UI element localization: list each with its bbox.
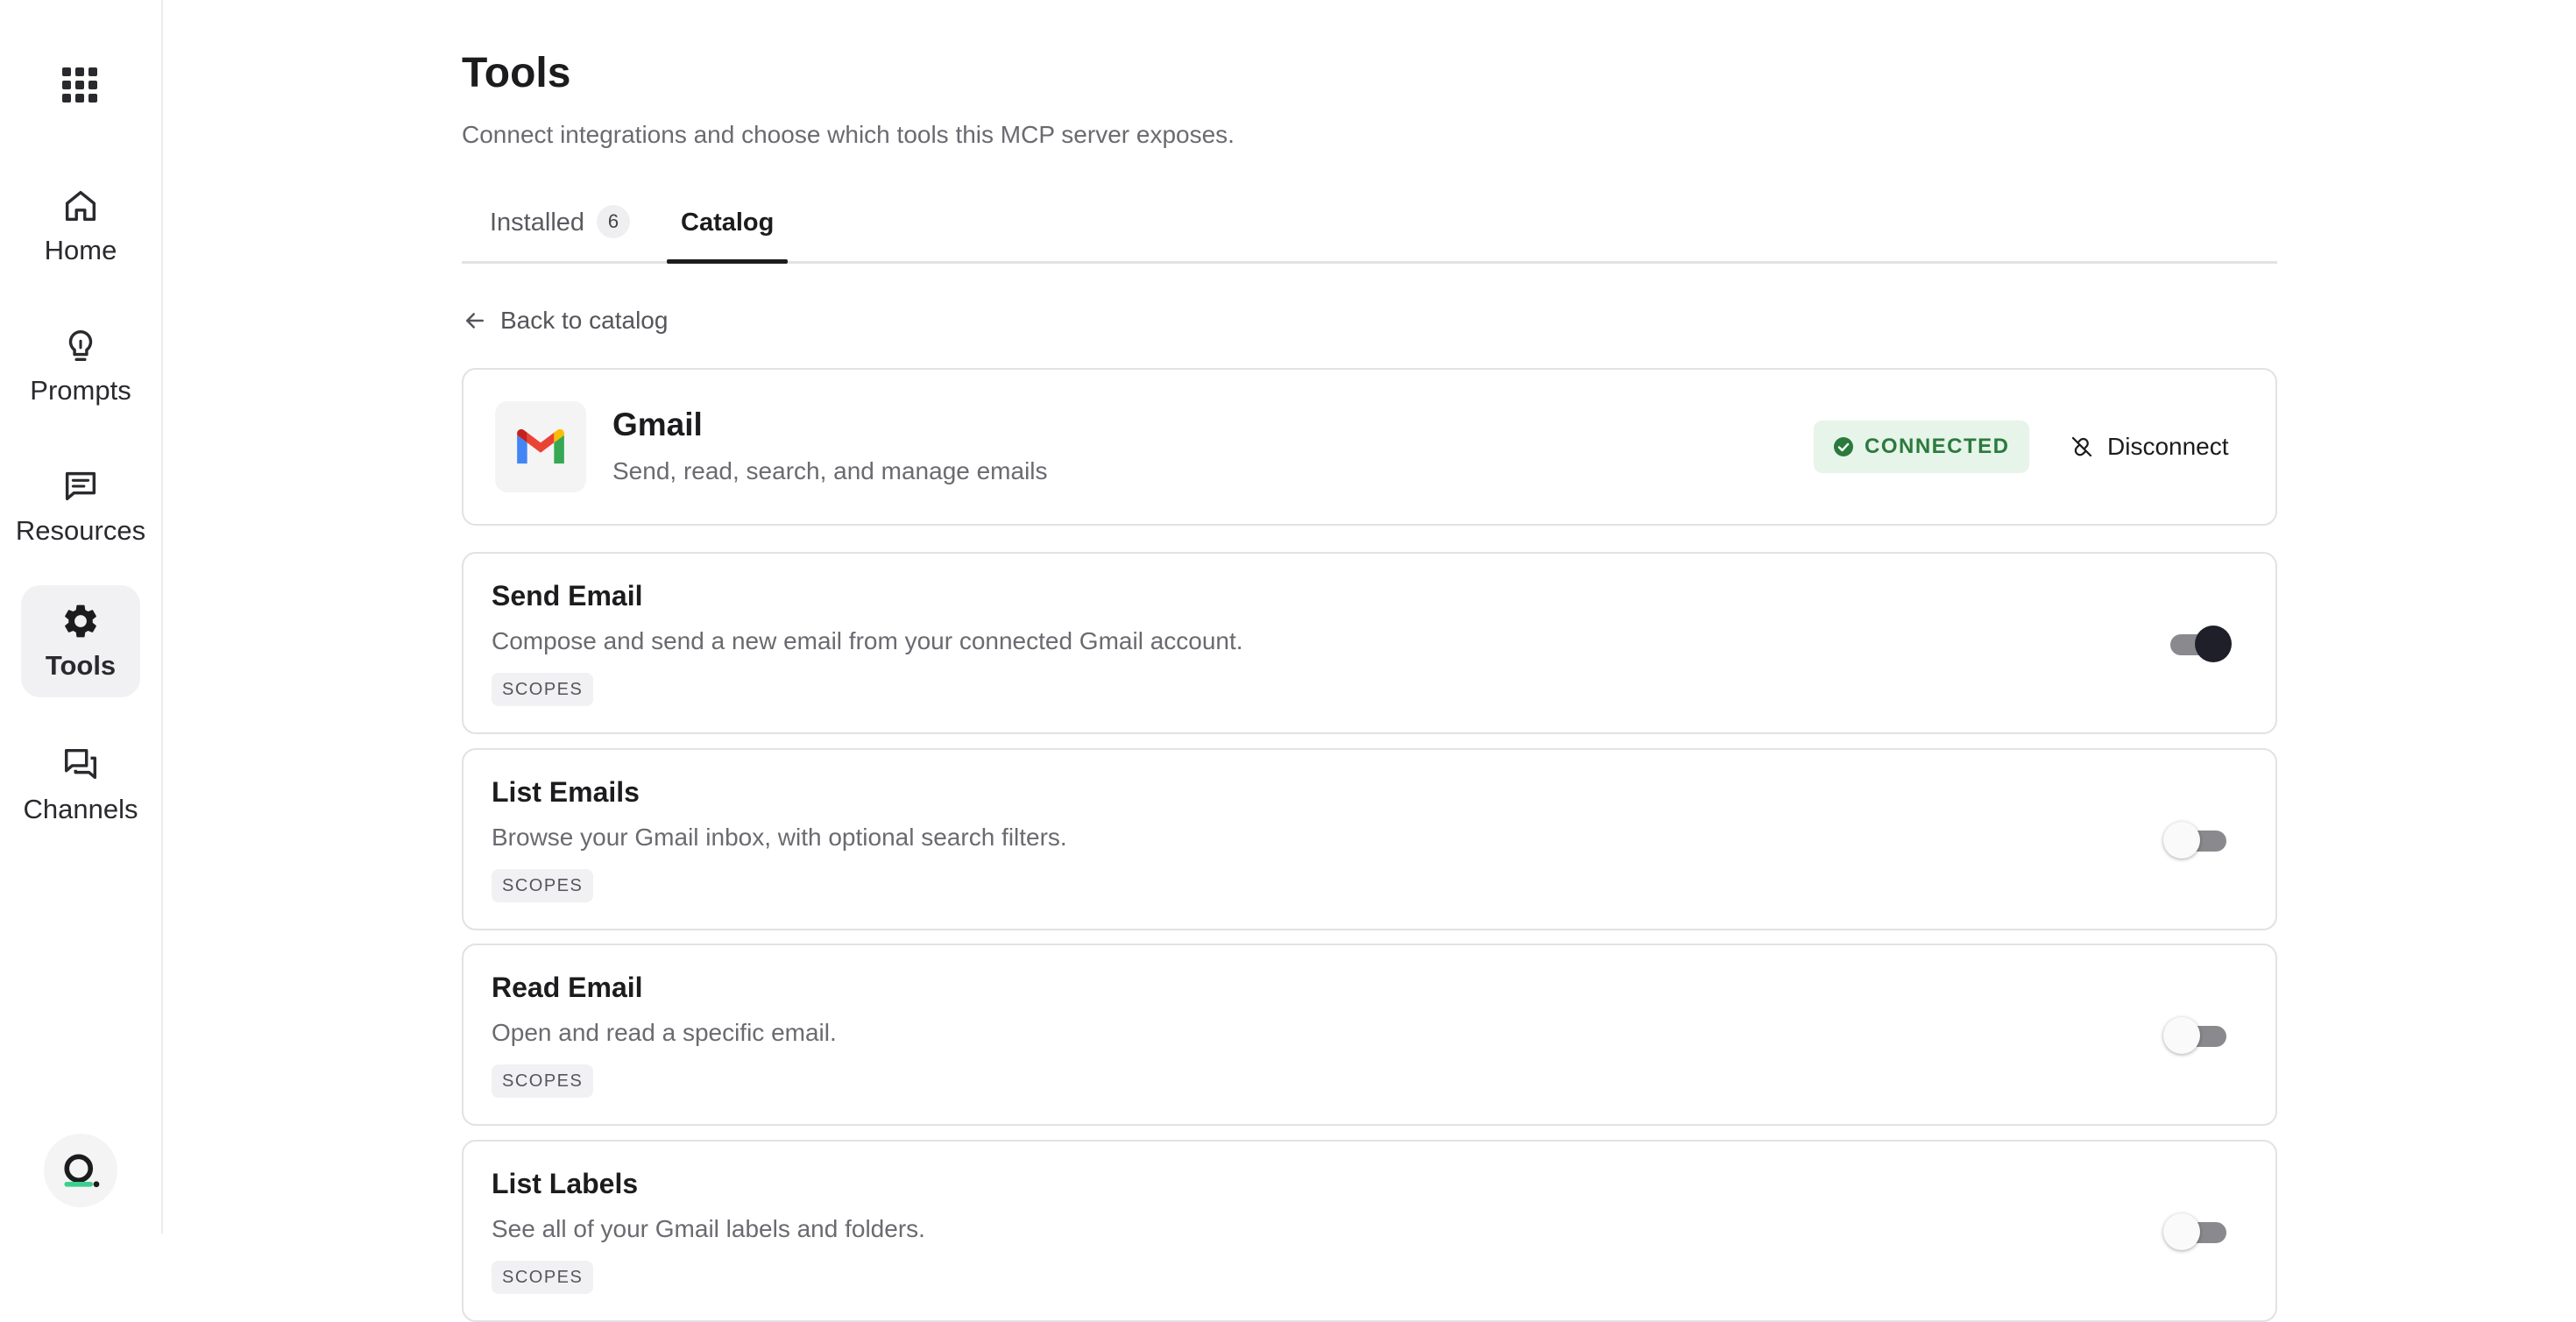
page-title: Tools [462,50,571,96]
gmail-logo [495,401,586,492]
sidebar-item-label: Resources [15,515,146,546]
tool-toggle[interactable] [2163,820,2232,860]
gear-icon [65,604,96,638]
tool-description: Compose and send a new email from your c… [492,627,1243,654]
sidebar-item-home[interactable]: Home [21,170,140,282]
chat-bubbles-icon [64,748,97,780]
brand-logo[interactable] [44,1134,117,1207]
tab-bar: Installed 6 Catalog [462,193,2277,264]
toggle-knob [2163,1017,2200,1054]
tool-name: List Labels [492,1168,639,1199]
tool-description: Open and read a specific email. [492,1019,837,1046]
arrow-left-icon [466,313,484,329]
sidebar-item-label: Prompts [30,375,131,406]
back-link-label: Back to catalog [500,307,669,334]
scopes-tag[interactable]: SCOPES [492,869,594,902]
apps-grid-icon[interactable] [61,67,98,103]
page-subtitle: Connect integrations and choose which to… [462,121,1235,148]
integration-card: Gmail Send, read, search, and manage ema… [462,368,2277,526]
tool-toggle[interactable] [2163,624,2232,664]
sidebar-item-channels[interactable]: Channels [21,729,140,841]
toggle-knob [2163,822,2200,859]
sidebar-item-tools[interactable]: Tools [21,585,140,697]
sidebar: Home Prompts Resources Tools Channels [0,0,163,1234]
integration-description: Send, read, search, and manage emails [612,457,1048,484]
tool-description: Browse your Gmail inbox, with optional s… [492,824,1067,851]
disconnect-label: Disconnect [2107,433,2229,460]
sidebar-item-resources[interactable]: Resources [16,450,145,562]
tool-name: List Emails [492,776,640,808]
scopes-tag[interactable]: SCOPES [492,673,594,706]
tab-label: Catalog [681,209,775,237]
status-badge: CONNECTED [1814,421,2029,473]
installed-count-badge: 6 [597,205,631,238]
sidebar-item-prompts[interactable]: Prompts [21,310,140,422]
tool-card-list-emails: List Emails Browse your Gmail inbox, wit… [462,748,2277,930]
tool-toggle[interactable] [2163,1212,2232,1252]
check-circle-icon [1834,437,1853,456]
unlink-icon [2071,436,2092,457]
back-to-catalog-link[interactable]: Back to catalog [462,303,668,338]
tool-name: Read Email [492,972,643,1003]
scopes-tag[interactable]: SCOPES [492,1064,594,1098]
gmail-icon [517,428,564,464]
message-square-icon [65,471,96,501]
toggle-knob [2163,1213,2200,1250]
tool-name: Send Email [492,580,643,612]
tool-card-send-email: Send Email Compose and send a new email … [462,552,2277,734]
sidebar-item-label: Tools [45,650,117,681]
toggle-knob [2195,626,2232,662]
disconnect-button[interactable]: Disconnect [2051,419,2247,475]
tool-toggle[interactable] [2163,1015,2232,1056]
home-icon [65,190,96,222]
tab-installed[interactable]: Installed 6 [490,205,631,261]
tool-card-list-labels: List Labels See all of your Gmail labels… [462,1140,2277,1322]
integration-name: Gmail [612,406,703,442]
tool-card-read-email: Read Email Open and read a specific emai… [462,944,2277,1126]
status-label: CONNECTED [1865,435,2010,458]
sidebar-item-label: Home [44,235,117,265]
tool-description: See all of your Gmail labels and folders… [492,1215,925,1242]
lightbulb-icon [68,329,93,362]
sidebar-item-label: Channels [23,794,138,824]
tab-catalog[interactable]: Catalog [666,209,789,264]
brand-logo-icon [64,1154,100,1188]
scopes-tag[interactable]: SCOPES [492,1261,594,1294]
tab-label: Installed [490,209,585,237]
